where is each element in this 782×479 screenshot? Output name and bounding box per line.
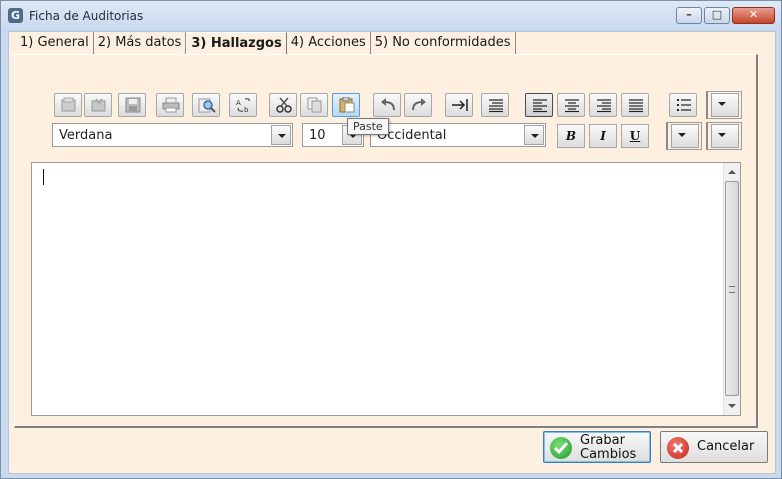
magnifier-icon	[198, 98, 216, 113]
undo-icon	[381, 98, 395, 111]
close-icon: ✕	[748, 8, 759, 21]
minimize-button[interactable]: –	[676, 7, 702, 24]
paragraph-lines-icon	[489, 99, 503, 113]
app-icon: G	[8, 8, 23, 23]
cancel-label: Cancelar	[697, 439, 755, 454]
highlight-color-drop-button[interactable]	[711, 124, 739, 148]
printer-icon	[162, 97, 180, 113]
vertical-scrollbar[interactable]	[723, 163, 740, 415]
bullet-list-button[interactable]	[669, 93, 697, 117]
save-changes-label: Grabar Cambios	[580, 434, 636, 462]
highlight-color-dropdown[interactable]	[706, 122, 742, 150]
scroll-down-arrow-icon[interactable]	[724, 398, 740, 415]
bullet-list-icon	[677, 99, 691, 111]
find-replace-icon: Ab	[236, 98, 250, 113]
print-preview-button[interactable]	[192, 93, 220, 117]
tab-general[interactable]: 1) General	[16, 32, 94, 54]
tab-panel-hallazgos: Ab Verdana 10 Occidental B I U Paste	[14, 54, 758, 428]
maximize-icon: □	[711, 8, 723, 21]
list-style-drop-button[interactable]	[711, 93, 739, 117]
floppy-icon	[125, 97, 141, 113]
save-doc-button[interactable]	[118, 93, 146, 117]
save-changes-button[interactable]: Grabar Cambios	[543, 431, 651, 463]
underline-button[interactable]: U	[621, 124, 649, 148]
open-doc-icon	[91, 98, 106, 112]
minimize-icon: –	[686, 8, 692, 21]
align-left-button[interactable]	[525, 93, 553, 117]
redo-button[interactable]	[404, 93, 432, 117]
justify-icon	[629, 99, 643, 113]
font-color-dropdown[interactable]	[666, 122, 702, 150]
font-name-select[interactable]: Verdana	[52, 123, 293, 147]
align-right-button[interactable]	[589, 93, 617, 117]
scissors-icon	[276, 97, 292, 113]
window: G Ficha de Auditorias – □ ✕ 1) General 2…	[0, 0, 782, 479]
tab-acciones[interactable]: 4) Acciones	[286, 32, 371, 54]
charset-select[interactable]: Occidental	[370, 123, 546, 147]
title-bar: G Ficha de Auditorias – □ ✕	[1, 1, 781, 31]
tab-no-conformidades[interactable]: 5) No conformidades	[370, 32, 516, 54]
paragraph-button[interactable]	[481, 93, 509, 117]
redo-icon	[412, 98, 426, 111]
paste-button[interactable]	[332, 93, 360, 117]
cancel-button[interactable]: Cancelar	[660, 431, 768, 463]
cancel-x-icon	[667, 437, 689, 459]
scroll-thumb[interactable]	[725, 181, 739, 396]
check-icon	[550, 437, 572, 459]
font-color-drop-button[interactable]	[671, 124, 699, 148]
scroll-up-arrow-icon[interactable]	[724, 163, 740, 180]
maximize-button[interactable]: □	[704, 7, 730, 24]
align-center-icon	[565, 99, 579, 113]
italic-button[interactable]: I	[589, 124, 617, 148]
text-caret	[43, 169, 44, 185]
charset-drop-button[interactable]	[524, 125, 544, 145]
justify-button[interactable]	[621, 93, 649, 117]
copy-button[interactable]	[300, 93, 328, 117]
svg-text:A: A	[236, 99, 241, 107]
new-doc-icon	[61, 97, 76, 112]
list-style-dropdown[interactable]	[706, 91, 742, 119]
copy-icon	[307, 97, 322, 113]
font-size-value: 10	[309, 128, 326, 143]
font-name-drop-button[interactable]	[271, 125, 291, 145]
tab-strip: 1) General 2) Más datos 3) Hallazgos 4) …	[16, 32, 516, 55]
bold-button[interactable]: B	[557, 124, 585, 148]
save-label-line1: Grabar	[580, 433, 625, 448]
svg-text:b: b	[244, 106, 249, 113]
paste-icon	[339, 97, 355, 113]
paste-tooltip: Paste	[347, 118, 389, 135]
align-center-button[interactable]	[557, 93, 585, 117]
font-name-value: Verdana	[59, 128, 113, 143]
undo-button[interactable]	[373, 93, 401, 117]
indent-icon	[452, 99, 468, 111]
close-button[interactable]: ✕	[732, 7, 775, 24]
save-label-line2: Cambios	[580, 447, 637, 462]
tab-hallazgos[interactable]: 3) Hallazgos	[186, 32, 287, 55]
indent-button[interactable]	[445, 93, 473, 117]
align-right-icon	[597, 99, 611, 113]
new-doc-button[interactable]	[54, 93, 82, 117]
client-area: 1) General 2) Más datos 3) Hallazgos 4) …	[8, 31, 776, 474]
align-left-icon	[533, 99, 547, 113]
print-button[interactable]	[156, 93, 184, 117]
rich-text-editor[interactable]	[31, 162, 741, 416]
cut-button[interactable]	[269, 93, 297, 117]
open-doc-button[interactable]	[84, 93, 112, 117]
window-title: Ficha de Auditorias	[29, 9, 144, 23]
tab-mas-datos[interactable]: 2) Más datos	[93, 32, 187, 54]
find-replace-button[interactable]: Ab	[229, 93, 257, 117]
